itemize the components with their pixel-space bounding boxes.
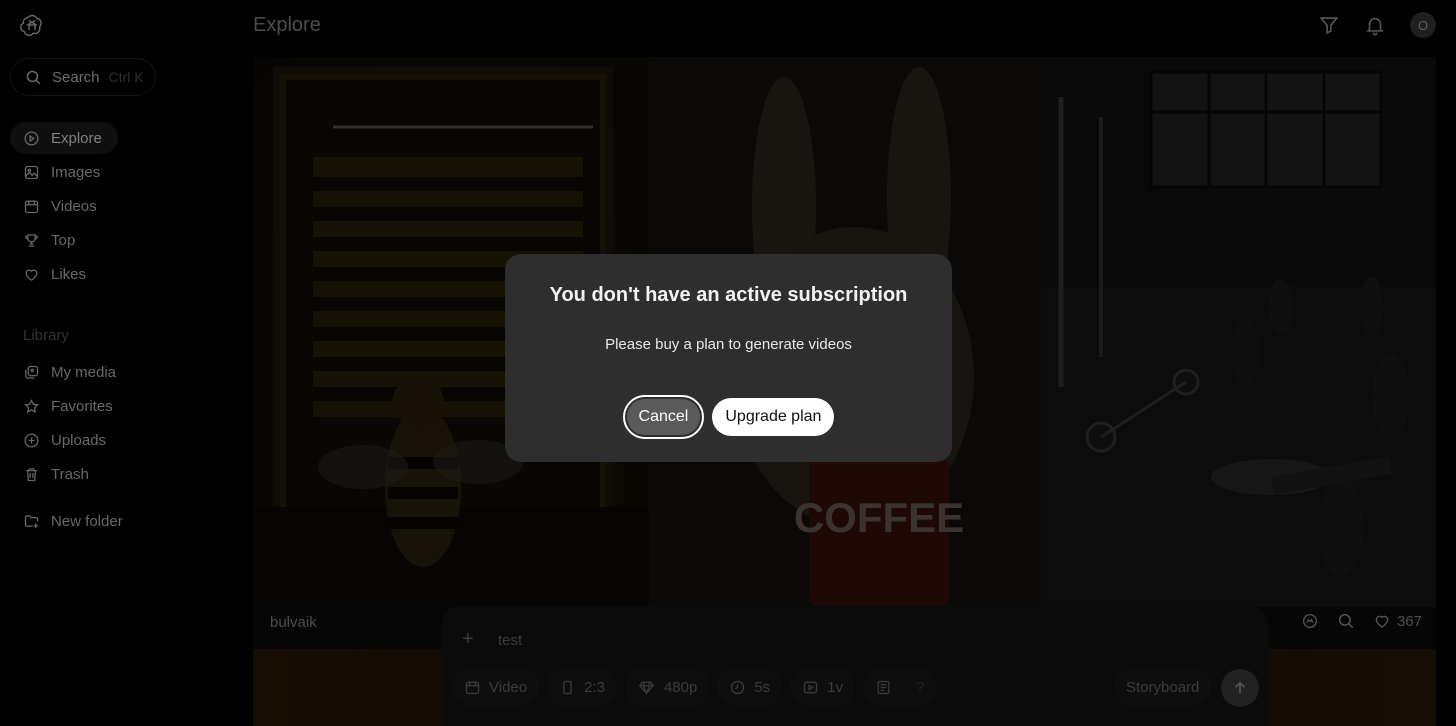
dialog-actions: Cancel Upgrade plan bbox=[505, 395, 952, 439]
subscription-dialog: You don't have an active subscription Pl… bbox=[505, 254, 952, 462]
upgrade-plan-button[interactable]: Upgrade plan bbox=[712, 398, 835, 436]
dialog-title: You don't have an active subscription bbox=[549, 284, 908, 306]
dialog-message: Please buy a plan to generate videos bbox=[605, 336, 852, 353]
cancel-button[interactable]: Cancel bbox=[622, 395, 705, 439]
